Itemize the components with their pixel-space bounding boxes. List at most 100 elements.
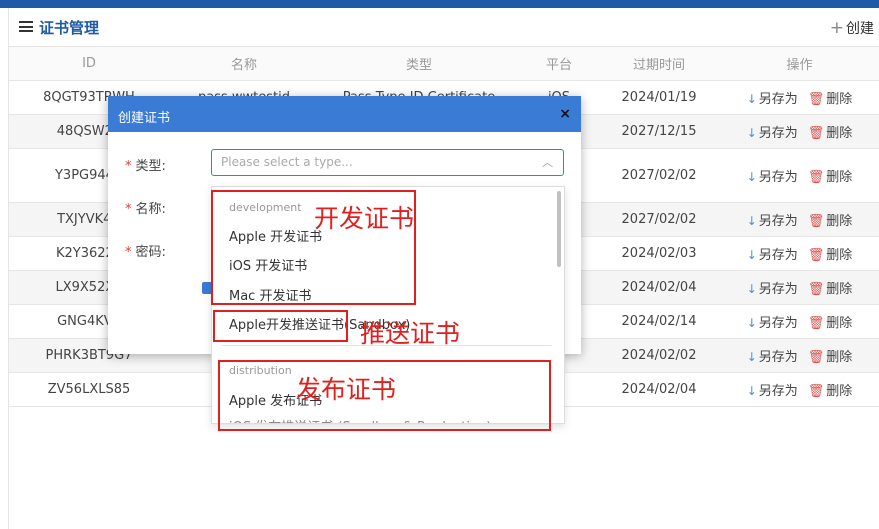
- create-button-label: 创建: [846, 21, 874, 37]
- modal-title: 创建证书: [118, 111, 171, 126]
- delete-button[interactable]: 🗑 删除: [808, 170, 853, 185]
- trash-icon: 🗑: [807, 92, 825, 107]
- trash-icon: 🗑: [807, 248, 825, 263]
- delete-button[interactable]: 🗑 删除: [808, 126, 853, 141]
- save-as-button[interactable]: ↓ 另存为: [747, 350, 798, 365]
- name-label: * 名称:: [125, 202, 166, 217]
- cell-actions: ↓ 另存为 🗑 删除: [719, 114, 879, 149]
- cell-id: ZV56LXLS85: [9, 372, 169, 407]
- top-accent-bar: [0, 0, 879, 8]
- save-as-button[interactable]: ↓ 另存为: [747, 384, 798, 399]
- delete-button[interactable]: 🗑 删除: [808, 248, 853, 263]
- delete-button[interactable]: 🗑 删除: [808, 384, 853, 399]
- column-header-actions: 操作: [719, 46, 879, 81]
- type-label: * 类型:: [125, 159, 166, 174]
- column-header-platform[interactable]: 平台: [519, 46, 599, 81]
- column-header-id[interactable]: ID: [9, 46, 169, 81]
- save-as-label: 另存为: [758, 282, 798, 297]
- save-as-button[interactable]: ↓ 另存为: [747, 170, 798, 185]
- save-as-button[interactable]: ↓ 另存为: [747, 248, 798, 263]
- name-label-text: 名称:: [135, 202, 166, 217]
- delete-label: 删除: [826, 282, 853, 297]
- delete-button[interactable]: 🗑 删除: [808, 282, 853, 297]
- save-as-label: 另存为: [758, 214, 798, 229]
- trash-icon: 🗑: [807, 316, 825, 331]
- cell-expiry: 2027/02/02: [599, 148, 719, 203]
- delete-label: 删除: [826, 126, 853, 141]
- save-as-button[interactable]: ↓ 另存为: [747, 92, 798, 107]
- cell-actions: ↓ 另存为 🗑 删除: [719, 236, 879, 271]
- cell-expiry: 2024/02/04: [599, 270, 719, 305]
- cell-expiry: 2024/02/02: [599, 338, 719, 373]
- delete-label: 删除: [826, 350, 853, 365]
- delete-label: 删除: [826, 316, 853, 331]
- delete-button[interactable]: 🗑 删除: [808, 316, 853, 331]
- plus-icon: +: [829, 18, 844, 38]
- annotation-text-dev: 开发证书: [314, 204, 415, 233]
- trash-icon: 🗑: [807, 384, 825, 399]
- cell-expiry: 2024/02/04: [599, 372, 719, 407]
- cell-expiry: 2024/02/03: [599, 236, 719, 271]
- cell-actions: ↓ 另存为 🗑 删除: [719, 80, 879, 115]
- delete-label: 删除: [826, 92, 853, 107]
- save-as-label: 另存为: [758, 384, 798, 399]
- column-header-name[interactable]: 名称: [169, 46, 319, 81]
- save-as-label: 另存为: [758, 350, 798, 365]
- cell-actions: ↓ 另存为 🗑 删除: [719, 338, 879, 373]
- password-label: * 密码:: [125, 245, 166, 260]
- trash-icon: 🗑: [807, 350, 825, 365]
- delete-button[interactable]: 🗑 删除: [808, 350, 853, 365]
- save-as-button[interactable]: ↓ 另存为: [747, 282, 798, 297]
- chevron-up-icon: ︿: [542, 156, 553, 169]
- trash-icon: 🗑: [807, 282, 825, 297]
- download-icon: ↓: [746, 170, 757, 184]
- download-icon: ↓: [746, 350, 757, 364]
- modal-header: 创建证书 ×: [108, 96, 581, 132]
- page-header: 证书管理 + 创建: [9, 8, 879, 46]
- delete-label: 删除: [826, 384, 853, 399]
- save-as-label: 另存为: [758, 92, 798, 107]
- password-label-text: 密码:: [135, 245, 166, 260]
- cell-expiry: 2027/02/02: [599, 202, 719, 237]
- delete-label: 删除: [826, 214, 853, 229]
- column-header-type[interactable]: 类型: [319, 46, 519, 81]
- cell-actions: ↓ 另存为 🗑 删除: [719, 270, 879, 305]
- download-icon: ↓: [746, 214, 757, 228]
- save-as-button[interactable]: ↓ 另存为: [747, 126, 798, 141]
- page-title: 证书管理: [39, 19, 100, 37]
- cell-actions: ↓ 另存为 🗑 删除: [719, 304, 879, 339]
- download-icon: ↓: [746, 248, 757, 262]
- download-icon: ↓: [746, 316, 757, 330]
- annotation-text-push: 推送证书: [360, 319, 461, 348]
- annotation-text-dist: 发布证书: [296, 375, 397, 404]
- cell-actions: ↓ 另存为 🗑 删除: [719, 372, 879, 407]
- column-header-expiry[interactable]: 过期时间: [599, 46, 719, 81]
- menu-icon[interactable]: [19, 21, 33, 32]
- close-icon[interactable]: ×: [559, 106, 571, 122]
- cell-actions: ↓ 另存为 🗑 删除: [719, 202, 879, 237]
- save-as-label: 另存为: [758, 170, 798, 185]
- type-select[interactable]: Please select a type... ︿: [211, 149, 564, 176]
- delete-button[interactable]: 🗑 删除: [808, 92, 853, 107]
- cell-expiry: 2024/01/19: [599, 80, 719, 115]
- cell-actions: ↓ 另存为 🗑 删除: [719, 148, 879, 203]
- save-as-button[interactable]: ↓ 另存为: [747, 214, 798, 229]
- create-button[interactable]: + 创建: [830, 18, 874, 38]
- download-icon: ↓: [746, 384, 757, 398]
- save-as-button[interactable]: ↓ 另存为: [747, 316, 798, 331]
- type-label-text: 类型:: [135, 159, 166, 174]
- save-as-label: 另存为: [758, 248, 798, 263]
- download-icon: ↓: [746, 126, 757, 140]
- cell-expiry: 2027/12/15: [599, 114, 719, 149]
- trash-icon: 🗑: [807, 214, 825, 229]
- dropdown-scrollbar[interactable]: [557, 191, 561, 267]
- delete-button[interactable]: 🗑 删除: [808, 214, 853, 229]
- save-as-label: 另存为: [758, 126, 798, 141]
- download-icon: ↓: [746, 282, 757, 296]
- cell-expiry: 2024/02/14: [599, 304, 719, 339]
- download-icon: ↓: [746, 92, 757, 106]
- save-as-label: 另存为: [758, 316, 798, 331]
- trash-icon: 🗑: [807, 126, 825, 141]
- type-select-placeholder: Please select a type...: [221, 155, 353, 169]
- table-header-row: ID 名称 类型 平台 过期时间 操作: [9, 46, 879, 81]
